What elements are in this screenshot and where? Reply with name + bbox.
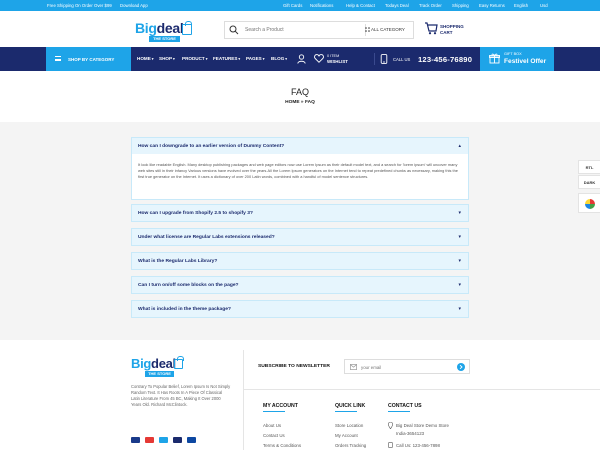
phone-icon (388, 442, 393, 448)
heading-underline (335, 411, 357, 412)
call-us-label: CALL US (393, 56, 411, 62)
visa-icon (173, 437, 182, 443)
mastercard-icon (145, 437, 154, 443)
faq-answer: It look like readable English. Many desk… (131, 154, 469, 200)
gift-box-offer[interactable]: GIFT BOX Festivel Offer (480, 47, 554, 71)
rtl-toggle[interactable]: RTL (578, 160, 600, 174)
shopping-bag-icon (182, 21, 192, 35)
faq-question[interactable]: What is the Regular Labs Library? ▾ (131, 252, 469, 270)
payment-card-icon (131, 437, 140, 443)
todays-deal-link[interactable]: Todays Deal (385, 3, 409, 8)
footer-link-contact[interactable]: Contact Us (263, 433, 285, 438)
contact-address-line1: Big Deal Store Demo Store (396, 423, 449, 428)
gift-cards-link[interactable]: Gift Cards (283, 3, 302, 8)
footer-divider-horizontal (244, 389, 600, 390)
search-icon[interactable] (229, 25, 239, 35)
download-app-link[interactable]: Download App (120, 3, 148, 8)
menu-icon (55, 56, 61, 61)
nav-product[interactable]: PRODUCT (182, 56, 207, 61)
footer-link-about[interactable]: About Us (263, 423, 281, 428)
gift-icon (489, 53, 500, 64)
heading-underline (263, 411, 285, 412)
chevron-down-icon: ▾ (458, 306, 461, 312)
footer-link-orders-tracking[interactable]: Orders Tracking (335, 443, 366, 448)
faq-question[interactable]: Under what license are Regular Labs exte… (131, 228, 469, 246)
chevron-up-icon: ▴ (458, 143, 461, 149)
user-icon[interactable] (297, 54, 306, 64)
footer-link-my-account[interactable]: My Account (335, 433, 358, 438)
color-picker[interactable] (578, 193, 600, 213)
contact-us-heading: CONTACT US (388, 403, 422, 409)
nav-divider (374, 53, 375, 65)
category-select[interactable]: ALL CATEGORY (371, 27, 405, 32)
paypal-icon (187, 437, 196, 443)
footer-divider-vertical (243, 350, 244, 450)
quick-link-heading: QUICK LINK (335, 403, 366, 409)
free-shipping-text: Free Shipping On Order Over $99 (47, 2, 112, 8)
nav-features[interactable]: FEATURES (213, 56, 240, 61)
cart-icon[interactable] (424, 22, 438, 35)
breadcrumb-home[interactable]: HOME (285, 100, 299, 105)
shopping-bag-icon (174, 356, 184, 369)
search-bar: ALL CATEGORY (224, 21, 414, 39)
newsletter-form (344, 359, 470, 374)
heading-underline (388, 411, 410, 412)
location-pin-icon (388, 422, 393, 429)
top-bar: Free Shipping On Order Over $99 Download… (0, 0, 600, 11)
faq-question[interactable]: Can I turn on/off some blocks on the pag… (131, 276, 469, 294)
shopping-cart-label[interactable]: SHOPPING CART (440, 24, 464, 35)
footer-link-store-location[interactable]: Store Location (335, 423, 363, 428)
chevron-down-icon: ▾ (458, 258, 461, 264)
chevron-down-icon: ▾ (458, 234, 461, 240)
amex-icon (159, 437, 168, 443)
mail-icon (350, 364, 357, 370)
wishlist-link[interactable]: 0 ITEM WISHLIST (327, 54, 348, 65)
newsletter-email-input[interactable] (361, 363, 451, 371)
color-wheel-icon (585, 199, 595, 209)
breadcrumb: HOME » FAQ (0, 100, 600, 105)
language-select[interactable]: English (514, 3, 528, 8)
nav-home[interactable]: HOME (137, 56, 154, 61)
nav-pages[interactable]: PAGES (246, 56, 264, 61)
dark-toggle[interactable]: DARK (578, 175, 600, 189)
category-icon (365, 27, 370, 32)
newsletter-title: SUBSCRIBE TO NEWSLETTER (258, 364, 330, 369)
faq-question[interactable]: What is included in the theme package? ▾ (131, 300, 469, 318)
breadcrumb-separator: » (300, 100, 304, 105)
my-account-heading: MY ACCOUNT (263, 403, 298, 409)
notifications-link[interactable]: Notifications (310, 3, 333, 8)
chevron-down-icon: ▾ (458, 210, 461, 216)
footer-logo-subtitle: THE STORE (145, 371, 174, 377)
shop-by-category-button[interactable]: SHOP BY CATEGORY (46, 47, 131, 71)
footer (0, 340, 600, 450)
shipping-link[interactable]: Shipping (452, 3, 469, 8)
nav-blog[interactable]: BLOG (271, 56, 287, 61)
easy-returns-link[interactable]: Easy Returns (479, 3, 505, 8)
logo-text-big: Bigdeal (135, 20, 184, 36)
help-contact-link[interactable]: Help & Contact (346, 3, 375, 8)
contact-address-line2: India-3654123 (396, 431, 425, 436)
heart-icon[interactable] (314, 54, 324, 63)
breadcrumb-current: FAQ (304, 100, 315, 105)
page-title: FAQ (290, 87, 309, 97)
send-icon[interactable] (457, 363, 465, 371)
faq-question-open[interactable]: How can I downgrade to an earlier versio… (131, 137, 469, 155)
main-nav: SHOP BY CATEGORY HOME SHOP PRODUCT FEATU… (0, 47, 600, 71)
search-input[interactable] (245, 25, 363, 35)
chevron-down-icon: ▾ (458, 282, 461, 288)
currency-select[interactable]: Usd (540, 3, 548, 8)
nav-shop[interactable]: SHOP (159, 56, 175, 61)
footer-link-terms[interactable]: Terms & Conditions (263, 443, 301, 448)
contact-phone[interactable]: Call Us: 123-456-7898 (396, 443, 440, 448)
footer-about-text: Contrary To Popular Belief, Lorem Ipsum … (131, 384, 231, 407)
faq-question[interactable]: How can I upgrade from Shopify 2.5 to sh… (131, 204, 469, 222)
phone-number[interactable]: 123-456-76890 (418, 55, 472, 64)
track-order-link[interactable]: Track Order (419, 3, 442, 8)
phone-icon (380, 54, 388, 64)
footer-logo-text: Bigdeal (131, 356, 176, 371)
logo-subtitle: THE STORE (149, 36, 180, 42)
